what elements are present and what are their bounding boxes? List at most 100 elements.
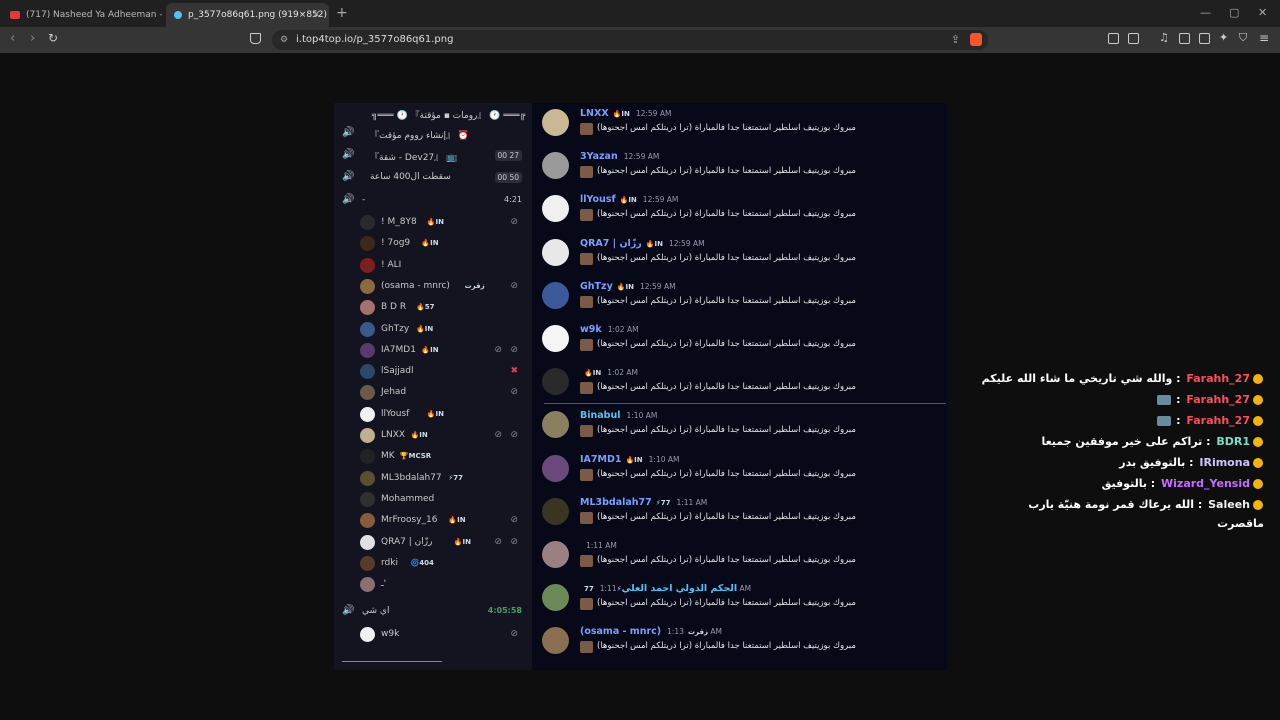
- message-timestamp: 1:10 AM: [648, 454, 680, 464]
- message-author[interactable]: IA7MD1: [580, 454, 621, 465]
- chat-username[interactable]: Saleeh: [1208, 498, 1250, 511]
- deafened-icon: ⊘: [510, 344, 518, 355]
- voice-channel[interactable]: 🔊 سقطت ال400 ساعة 00 50: [340, 169, 526, 187]
- avatar[interactable]: [542, 541, 569, 568]
- site-info-icon[interactable]: ⚙: [280, 35, 288, 45]
- avatar[interactable]: [542, 368, 569, 396]
- avatar[interactable]: [542, 281, 569, 309]
- voice-member[interactable]: ! ALI: [360, 257, 526, 275]
- message-author[interactable]: GhTzy: [580, 281, 613, 292]
- message-author[interactable]: Binabul: [580, 410, 621, 421]
- voice-member[interactable]: IA7MD1 🔥IN ⊘ ⊘: [360, 342, 526, 360]
- sidebar-icon[interactable]: [1179, 33, 1190, 44]
- voice-member[interactable]: MK 🏆MCSR: [360, 448, 526, 466]
- voice-member[interactable]: B D R 🔥57: [360, 299, 526, 317]
- voice-channel-active[interactable]: 🔊 اي شي 4:05:58: [340, 603, 526, 621]
- voice-member[interactable]: (osama - mnrc) زقرت ⊘: [360, 278, 526, 296]
- author-tag: 🔥IN: [612, 110, 630, 118]
- message-author[interactable]: QRA7 | رزّان: [580, 238, 642, 249]
- chat-text: بالتوفيق: [1101, 477, 1147, 490]
- avatar: [360, 406, 375, 422]
- maximize-icon[interactable]: ▢: [1229, 6, 1239, 19]
- avatar[interactable]: [542, 325, 569, 352]
- voice-member[interactable]: Mohammed: [360, 491, 526, 509]
- chat-username[interactable]: Farahh_27: [1186, 414, 1250, 427]
- window-close-icon[interactable]: ✕: [1258, 6, 1267, 19]
- new-tab-icon[interactable]: +: [336, 5, 348, 21]
- message-author[interactable]: ML3bdalah77: [580, 497, 652, 508]
- forward-icon[interactable]: ›: [30, 31, 35, 46]
- voice-member[interactable]: llYousf 🔥IN: [360, 406, 526, 424]
- emoji-icon: [580, 425, 593, 438]
- message-author[interactable]: الحكم الدولي احمد العلي: [622, 583, 738, 594]
- reader-icon[interactable]: [1128, 33, 1139, 44]
- voice-member[interactable]: ! M_8Y8 🔥IN ⊘: [360, 214, 526, 232]
- avatar[interactable]: [542, 627, 569, 655]
- avatar[interactable]: [542, 238, 569, 266]
- voice-member[interactable]: LNXX 🔥IN ⊘ ⊘: [360, 427, 526, 445]
- reload-icon[interactable]: ↻: [48, 31, 58, 45]
- avatar[interactable]: [542, 497, 569, 525]
- extensions-icon[interactable]: [1108, 33, 1119, 44]
- voice-member[interactable]: MrFroosy_16 🔥IN ⊘: [360, 512, 526, 530]
- voice-member[interactable]: ! 7og9 🔥IN: [360, 235, 526, 253]
- speaker-icon: 🔊: [342, 605, 355, 616]
- menu-icon[interactable]: ≡: [1259, 31, 1269, 45]
- voice-member[interactable]: rdki 🌀404: [360, 555, 526, 573]
- chat-username[interactable]: Farahh_27: [1186, 393, 1250, 406]
- avatar[interactable]: [542, 411, 569, 439]
- deafened-icon: ⊘: [510, 629, 518, 639]
- voice-member[interactable]: w9k ⊘: [360, 626, 526, 644]
- close-tab-icon[interactable]: ✕: [312, 8, 321, 21]
- message-text: مبروك بوزيتيف اسلطير استمتعنا جدا فالمبا…: [597, 555, 856, 565]
- back-icon[interactable]: ‹: [10, 31, 15, 46]
- live-chat-line: Wizard_Yensid : بالتوفيق: [1102, 477, 1264, 495]
- member-badge: 🔥IN: [416, 324, 434, 333]
- category-header[interactable]: ╔═══ 🕐 『رومات ▪ مؤقتة』 🕐 ═══╗: [340, 108, 525, 121]
- voice-member[interactable]: ML3bdalah77 ⚡77: [360, 470, 526, 488]
- message-author[interactable]: (osama - mnrc): [580, 626, 661, 637]
- message-author[interactable]: LNXX: [580, 108, 609, 119]
- chat-username[interactable]: Farahh_27: [1186, 372, 1250, 385]
- message-header: الحكم الدولي احمد العلي⚡771:11 AM: [580, 583, 751, 594]
- avatar[interactable]: [542, 152, 569, 180]
- brave-shield-icon[interactable]: [970, 33, 982, 46]
- leo-ai-icon[interactable]: ✦: [1219, 31, 1228, 44]
- voice-member[interactable]: ـ': [360, 576, 526, 594]
- bookmark-icon[interactable]: [250, 33, 261, 44]
- emoji-icon: [580, 166, 593, 179]
- avatar[interactable]: [542, 195, 569, 223]
- address-bar[interactable]: ⚙ i.top4top.io/p_3577o86q61.png ⇪: [272, 30, 988, 50]
- chat-username[interactable]: Wizard_Yensid: [1161, 477, 1250, 490]
- chat-username[interactable]: BDR1: [1216, 435, 1250, 448]
- channel-timer: 00 50: [494, 172, 522, 183]
- vpn-icon[interactable]: ⛉: [1239, 31, 1247, 45]
- message-author[interactable]: 3Yazan: [580, 151, 618, 162]
- avatar[interactable]: [542, 584, 569, 612]
- message-author[interactable]: llYousf: [580, 194, 616, 205]
- music-icon[interactable]: ♫: [1159, 31, 1169, 44]
- voice-member[interactable]: Jehad ⊘: [360, 384, 526, 402]
- voice-channel-active[interactable]: 🔊 - 4:21: [340, 192, 526, 210]
- voice-member[interactable]: GhTzy 🔥IN: [360, 321, 526, 339]
- emoji-icon: [580, 339, 593, 351]
- share-icon[interactable]: ⇪: [951, 33, 960, 46]
- tab-bar: (717) Nasheed Ya Adheeman - Ahme p_3577o…: [0, 0, 1280, 27]
- tab-image[interactable]: p_3577o86q61.png (919×852) ✕: [166, 3, 329, 27]
- message-text: مبروك بوزيتيف اسلطير استمتعنا جدا فالمبا…: [597, 166, 856, 177]
- minimize-icon[interactable]: —: [1200, 6, 1211, 19]
- voice-channel[interactable]: 🔊 『شقة - Dev27』 📺 00 27: [340, 147, 526, 165]
- tab-youtube[interactable]: (717) Nasheed Ya Adheeman - Ahme: [2, 3, 162, 27]
- live-chat-line: Farahh_27 :: [1156, 393, 1264, 411]
- voice-member[interactable]: QRA7 | رزّان 🔥IN ⊘ ⊘: [360, 534, 526, 552]
- voice-member[interactable]: lSajjadl ✖: [360, 363, 526, 381]
- message-author[interactable]: w9k: [580, 324, 602, 335]
- chat-message: GhTzy 🔥IN 12:59 AM مبروك بوزيتيف اسلطير است…: [542, 280, 942, 322]
- avatar[interactable]: [542, 454, 569, 482]
- avatar[interactable]: [542, 109, 569, 136]
- voice-channel[interactable]: 🔊 『إنشاء رووم مؤقت』 ⏰: [340, 125, 526, 143]
- chat-username[interactable]: IRimona: [1199, 456, 1250, 469]
- server-muted-icon: ✖: [510, 366, 518, 377]
- message-timestamp: 1:11 AM: [586, 541, 617, 550]
- wallet-icon[interactable]: [1199, 33, 1210, 44]
